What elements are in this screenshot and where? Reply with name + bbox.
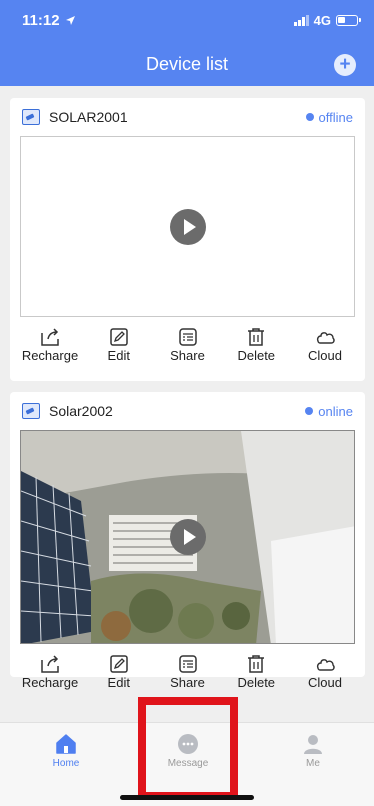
device-status: offline [305, 109, 353, 125]
device-name[interactable]: SOLAR2001 [49, 109, 128, 125]
cloud-button[interactable]: Cloud [293, 654, 357, 694]
status-time: 11:12 [22, 12, 76, 29]
camera-icon [22, 403, 40, 419]
app-header: 11:12 4G Device list + [0, 0, 374, 86]
edit-button[interactable]: Edit [87, 327, 151, 367]
camera-icon [22, 109, 40, 125]
share-icon [178, 655, 197, 673]
play-icon[interactable] [169, 519, 206, 555]
cloud-icon [316, 332, 335, 344]
location-arrow-icon [65, 16, 75, 25]
recharge-button[interactable]: Recharge [18, 654, 82, 694]
recharge-button[interactable]: Recharge [18, 327, 82, 367]
delete-icon [248, 328, 265, 346]
signal-icon [293, 15, 309, 26]
delete-icon [248, 655, 265, 673]
home-indicator[interactable] [120, 795, 254, 800]
add-device-button[interactable]: + [334, 54, 356, 76]
edit-icon [110, 655, 128, 673]
tab-home[interactable]: Home [26, 733, 106, 769]
status-label: offline [318, 109, 353, 125]
device-card-header: SOLAR2001 offline [10, 98, 365, 136]
home-icon [56, 734, 76, 754]
page-title: Device list [145, 54, 229, 74]
cloud-icon [316, 659, 335, 671]
device-card: SOLAR2001 offline Recharge Edit Share De… [10, 98, 365, 381]
device-name[interactable]: Solar2002 [49, 403, 113, 419]
status-label: online [318, 403, 353, 419]
battery-icon [336, 15, 361, 26]
cloud-button[interactable]: Cloud [293, 327, 357, 367]
delete-button[interactable]: Delete [224, 654, 288, 694]
highlight-annotation [138, 697, 238, 800]
edit-button[interactable]: Edit [87, 654, 151, 694]
device-actions: Recharge Edit Share Delete Cloud [10, 317, 365, 367]
status-dot-icon [305, 113, 314, 121]
share-button[interactable]: Share [156, 327, 220, 367]
device-card-header: Solar2002 online [10, 392, 365, 430]
person-icon [304, 735, 322, 754]
device-card: Solar2002 online Recharge Edit Share Del… [10, 392, 365, 690]
recharge-icon [41, 328, 59, 346]
edit-icon [110, 328, 128, 346]
delete-button[interactable]: Delete [224, 327, 288, 367]
tab-me[interactable]: Me [273, 733, 353, 769]
status-dot-icon [305, 407, 314, 415]
video-preview[interactable] [20, 136, 355, 317]
recharge-icon [41, 655, 59, 673]
network-label: 4G [313, 13, 331, 28]
video-preview[interactable] [20, 430, 355, 644]
status-indicators: 4G [293, 13, 361, 28]
share-button[interactable]: Share [156, 654, 220, 694]
device-status: online [305, 404, 353, 419]
share-icon [178, 328, 197, 346]
device-actions: Recharge Edit Share Delete Cloud [10, 644, 365, 694]
play-icon[interactable] [169, 208, 206, 245]
